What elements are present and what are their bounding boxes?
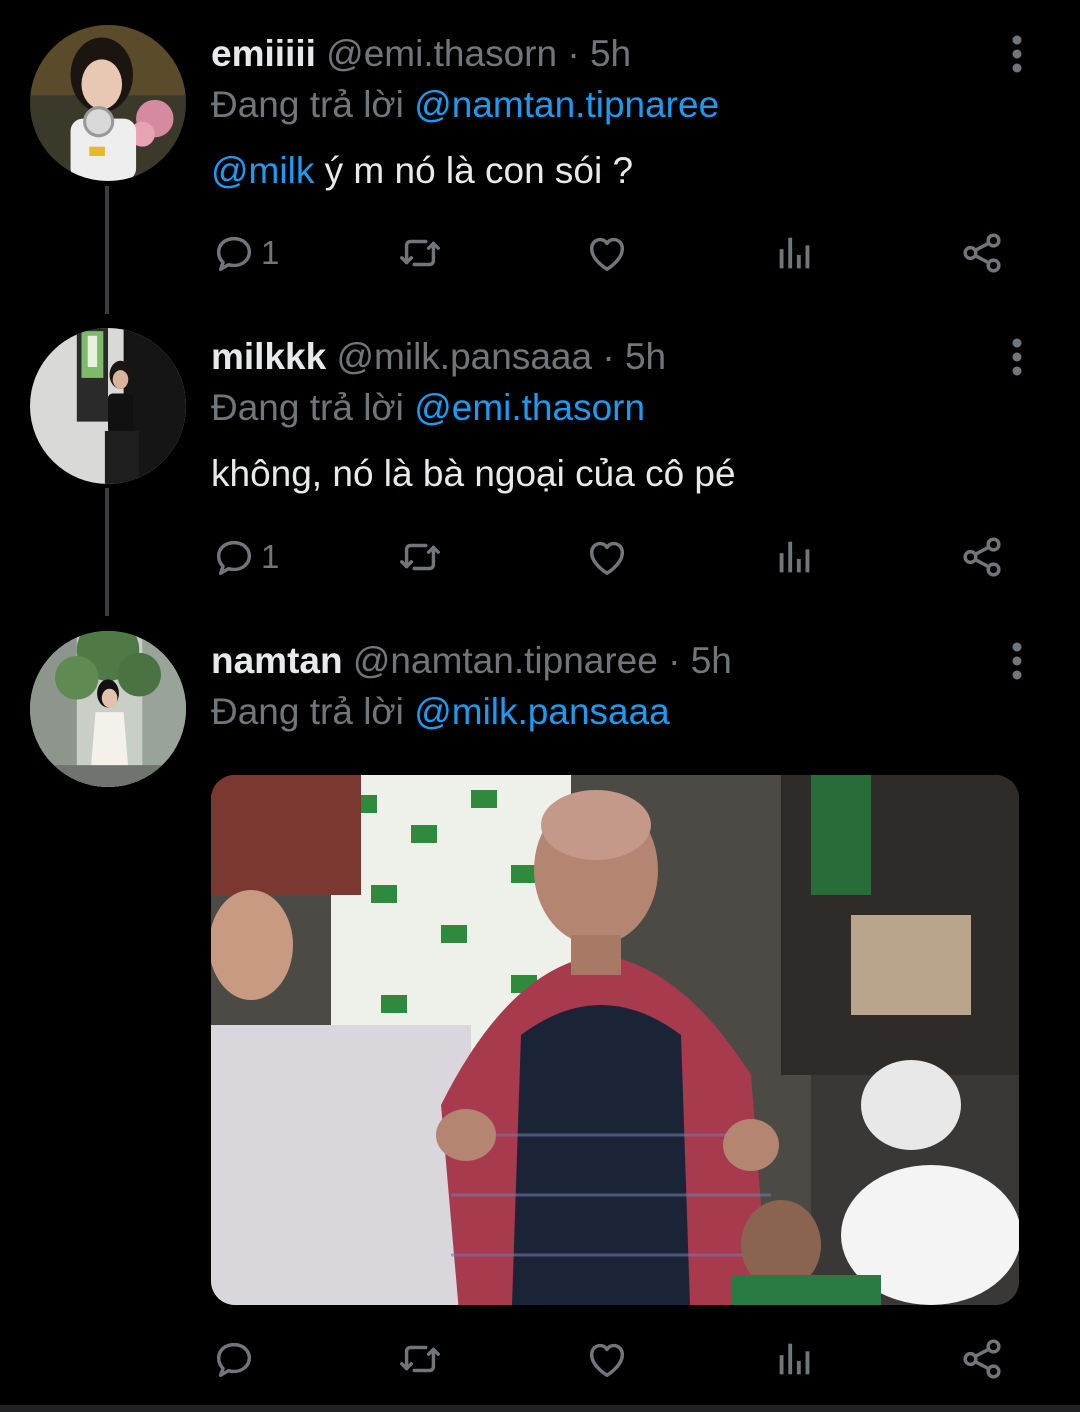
bottom-divider — [0, 1405, 1080, 1412]
views-icon — [779, 237, 810, 269]
tweet-actions: 1 — [211, 532, 1011, 582]
reply-count: 1 — [261, 234, 280, 271]
replying-to: Đang trả lời @milk.pansaaa — [211, 690, 670, 734]
replying-to-mention[interactable]: @emi.thasorn — [414, 387, 645, 428]
like-icon — [589, 1343, 625, 1378]
retweet-button[interactable] — [397, 228, 443, 278]
tweet-text: không, nó là bà ngoại của cô pé — [211, 452, 736, 496]
views-button[interactable] — [772, 228, 818, 278]
like-button[interactable] — [584, 1334, 630, 1384]
tweet-text: @milk ý m nó là con sói ? — [211, 149, 633, 193]
more-vertical-icon — [1012, 338, 1022, 376]
body-mention[interactable]: @milk — [211, 150, 314, 191]
display-name[interactable]: emiiiii — [211, 33, 316, 74]
meta-separator: · — [602, 336, 615, 377]
reply-thread: emiiiii @emi.thasorn · 5h Đang trả lời @… — [0, 0, 1080, 1412]
reply-button[interactable]: 1 — [211, 532, 279, 582]
like-button[interactable] — [584, 228, 630, 278]
user-handle[interactable]: @milk.pansaaa — [336, 336, 592, 377]
retweet-button[interactable] — [397, 1334, 443, 1384]
avatar[interactable] — [30, 631, 186, 787]
timestamp[interactable]: 5h — [691, 640, 732, 681]
reply-icon — [216, 540, 252, 576]
meta-separator: · — [567, 33, 580, 74]
meta-separator: · — [668, 640, 681, 681]
timestamp[interactable]: 5h — [590, 33, 631, 74]
retweet-button[interactable] — [397, 532, 443, 582]
more-options-button[interactable] — [1000, 639, 1034, 683]
views-icon — [779, 541, 810, 573]
views-button[interactable] — [772, 1334, 818, 1384]
tweet[interactable]: emiiiii @emi.thasorn · 5h Đang trả lời @… — [0, 0, 1080, 300]
retweet-icon — [400, 543, 440, 571]
tweet-header: emiiiii @emi.thasorn · 5h — [211, 32, 631, 76]
tweet-actions: 1 — [211, 228, 1011, 278]
replying-to-mention[interactable]: @milk.pansaaa — [414, 691, 670, 732]
body-text: không, nó là bà ngoại của cô pé — [211, 453, 736, 494]
replying-label: Đang trả lời — [211, 84, 404, 125]
replying-to-mention[interactable]: @namtan.tipnaree — [414, 84, 719, 125]
more-options-button[interactable] — [1000, 335, 1034, 379]
avatar[interactable] — [30, 25, 186, 181]
tweet-header: milkkk @milk.pansaaa · 5h — [211, 335, 666, 379]
share-icon — [963, 233, 1001, 273]
reply-button[interactable] — [211, 1334, 261, 1384]
retweet-icon — [400, 1345, 440, 1373]
reply-icon — [216, 236, 252, 272]
display-name[interactable]: milkkk — [211, 336, 326, 377]
share-button[interactable] — [959, 1334, 1005, 1384]
replying-label: Đang trả lời — [211, 691, 404, 732]
tweet-header: namtan @namtan.tipnaree · 5h — [211, 639, 732, 683]
more-options-button[interactable] — [1000, 32, 1034, 76]
tweet[interactable]: milkkk @milk.pansaaa · 5h Đang trả lời @… — [0, 300, 1080, 600]
user-handle[interactable]: @emi.thasorn — [326, 33, 557, 74]
like-icon — [589, 237, 625, 272]
display-name[interactable]: namtan — [211, 640, 343, 681]
like-icon — [589, 541, 625, 576]
views-button[interactable] — [772, 532, 818, 582]
replying-to: Đang trả lời @namtan.tipnaree — [211, 83, 719, 127]
replying-label: Đang trả lời — [211, 387, 404, 428]
share-icon — [963, 537, 1001, 577]
timestamp[interactable]: 5h — [625, 336, 666, 377]
share-icon — [963, 1339, 1001, 1379]
views-icon — [779, 1343, 810, 1375]
reply-count: 1 — [261, 538, 280, 575]
retweet-icon — [400, 239, 440, 267]
avatar[interactable] — [30, 328, 186, 484]
share-button[interactable] — [959, 532, 1005, 582]
user-handle[interactable]: @namtan.tipnaree — [353, 640, 658, 681]
share-button[interactable] — [959, 228, 1005, 278]
more-vertical-icon — [1012, 35, 1022, 73]
reply-button[interactable]: 1 — [211, 228, 279, 278]
more-vertical-icon — [1012, 642, 1022, 680]
tweet-media-image[interactable] — [211, 775, 1019, 1305]
like-button[interactable] — [584, 532, 630, 582]
body-text: ý m nó là con sói ? — [314, 150, 634, 191]
replying-to: Đang trả lời @emi.thasorn — [211, 386, 645, 430]
tweet-actions — [211, 1334, 1011, 1384]
reply-icon — [216, 1342, 252, 1378]
